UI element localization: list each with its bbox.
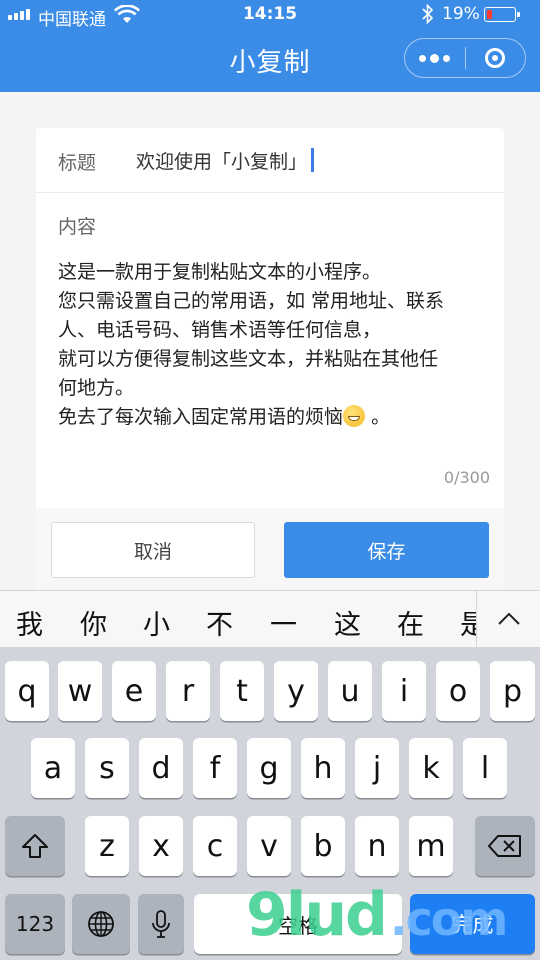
candidate-word[interactable]: 这 (334, 603, 361, 642)
battery-icon (484, 7, 520, 22)
battery-percent: 19% (442, 4, 480, 24)
title-label: 标题 (58, 152, 97, 174)
key-b[interactable]: b (301, 816, 345, 876)
save-button[interactable]: 保存 (284, 522, 489, 578)
title-row: 标题 欢迎使用「小复制」 (36, 128, 504, 193)
key-z[interactable]: z (85, 816, 129, 876)
content-label: 内容 (58, 216, 97, 238)
key-f[interactable]: f (193, 738, 237, 798)
key-q[interactable]: q (5, 661, 49, 721)
watermark-suffix: .com (389, 892, 508, 946)
key-i[interactable]: i (382, 661, 426, 721)
key-c[interactable]: c (193, 816, 237, 876)
char-counter: 0/300 (443, 468, 490, 487)
key-a[interactable]: a (31, 738, 75, 798)
content-line: 这是一款用于复制粘贴文本的小程序。 (58, 261, 382, 283)
text-cursor (311, 148, 314, 172)
key-h[interactable]: h (301, 738, 345, 798)
candidate-word[interactable]: 不 (206, 603, 233, 642)
key-j[interactable]: j (355, 738, 399, 798)
key-e[interactable]: e (112, 661, 156, 721)
key-p[interactable]: p (490, 661, 535, 721)
globe-icon (88, 911, 114, 937)
content-tail: 。 (371, 406, 391, 428)
content-textarea[interactable]: 这是一款用于复制粘贴文本的小程序。您只需设置自己的常用语，如 常用地址、联系 人、… (58, 258, 498, 432)
content-line: 人、电话号码、销售术语等任何信息， (58, 319, 382, 341)
top-bar: 中国联通 14:15 19% 小复制 (0, 0, 540, 92)
content-line: 就可以方便得复制这些文本，并粘贴在其他任 (58, 348, 439, 370)
candidate-word[interactable]: 在 (397, 603, 424, 642)
more-dots-icon[interactable] (405, 39, 465, 77)
key-k[interactable]: k (409, 738, 453, 798)
content-line: 免去了每次输入固定常用语的烦恼 (58, 406, 344, 428)
key-m[interactable]: m (409, 816, 453, 876)
title-input[interactable]: 欢迎使用「小复制」 (136, 147, 314, 174)
expand-candidates-button[interactable] (476, 591, 540, 647)
candidate-word[interactable]: 我 (16, 603, 43, 642)
miniprogram-capsule (404, 38, 526, 78)
key-s[interactable]: s (85, 738, 129, 798)
shift-key[interactable] (5, 816, 65, 876)
candidate-word[interactable]: 小 (143, 603, 170, 642)
content-line: 您只需设置自己的常用语，如 常用地址、联系 (58, 290, 445, 312)
key-n[interactable]: n (355, 816, 399, 876)
key-r[interactable]: r (166, 661, 210, 721)
key-d[interactable]: d (139, 738, 183, 798)
globe-key[interactable] (72, 894, 130, 954)
microphone-icon (152, 910, 170, 938)
key-w[interactable]: w (58, 661, 102, 721)
key-y[interactable]: y (274, 661, 318, 721)
key-t[interactable]: t (220, 661, 264, 721)
edit-form: 标题 欢迎使用「小复制」 内容 这是一款用于复制粘贴文本的小程序。您只需设置自己… (36, 128, 504, 590)
numbers-key[interactable]: 123 (5, 894, 65, 954)
microphone-key[interactable] (138, 894, 184, 954)
status-bar: 中国联通 14:15 19% (0, 0, 540, 30)
grinning-emoji-icon (343, 405, 366, 427)
candidate-word[interactable]: 你 (80, 603, 107, 642)
key-v[interactable]: v (247, 816, 291, 876)
content-line-last: 免去了每次输入固定常用语的烦恼 。 (58, 403, 498, 432)
candidate-bar: 我 你 小 不 一 这 在 是 (0, 590, 540, 648)
site-watermark: 9lud.com (246, 880, 508, 950)
key-x[interactable]: x (139, 816, 183, 876)
chevron-up-icon (498, 612, 520, 625)
close-target-icon[interactable] (466, 39, 526, 77)
watermark-text: 9lud (246, 880, 388, 950)
key-u[interactable]: u (328, 661, 372, 721)
backspace-icon (488, 835, 521, 857)
shift-arrow-icon (22, 834, 48, 858)
key-l[interactable]: l (463, 738, 507, 798)
backspace-key[interactable] (475, 816, 535, 876)
key-g[interactable]: g (247, 738, 291, 798)
bluetooth-icon (422, 4, 434, 24)
title-input-value: 欢迎使用「小复制」 (136, 151, 308, 173)
content-line: 何地方。 (58, 377, 135, 399)
cancel-button[interactable]: 取消 (51, 522, 255, 578)
candidate-word[interactable]: 一 (270, 603, 297, 642)
key-o[interactable]: o (436, 661, 480, 721)
button-bar: 取消 保存 (36, 508, 504, 590)
